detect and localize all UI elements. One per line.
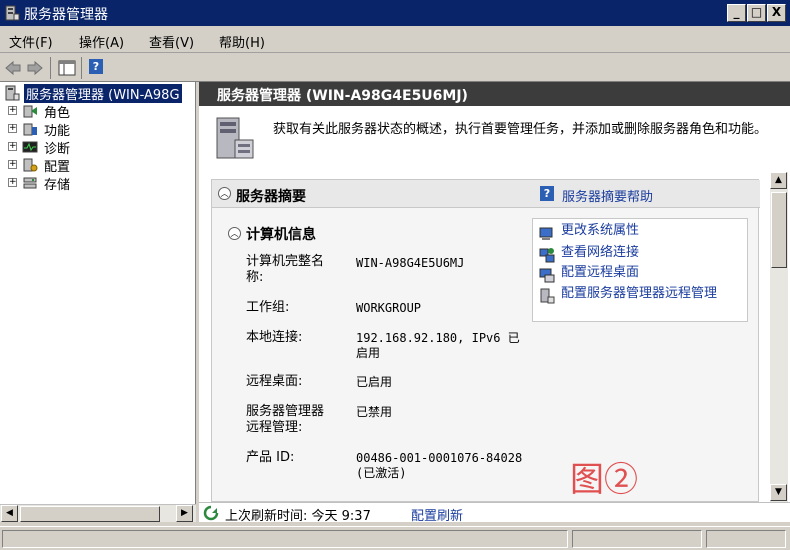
remote-desktop-label: 远程桌面: [246,374,303,389]
scroll-up-button[interactable]: ▲ [770,172,787,189]
collapse-icon[interactable]: ︿ [218,187,231,200]
tree-item-label: 功能 [44,124,71,139]
configure-remote-management-task[interactable]: 配置服务器管理器远程管理 [539,286,745,320]
full-computer-name-value: WIN-A98G4E5U6MJ [356,256,465,270]
server-manager-icon [5,5,20,21]
remote-management-value: 已禁用 [356,405,393,419]
tree-item-features[interactable]: + 功能 [0,120,195,139]
maximize-button[interactable]: □ [747,4,766,22]
status-pane [572,530,702,548]
last-refresh-text: 上次刷新时间: 今天 9:37 [225,509,371,524]
tree-item-label: 存储 [44,178,71,193]
server-summary-help-link[interactable]: 服务器摘要帮助 [562,186,653,205]
server-summary-title: 服务器摘要 [236,189,306,205]
intro-text: 获取有关此服务器状态的概述，执行首要管理任务，并添加或删除服务器角色和功能。 [273,122,768,137]
forward-icon[interactable] [25,58,45,78]
minimize-button[interactable]: _ [727,4,746,22]
scroll-left-button[interactable]: ◀ [1,505,18,522]
task-label[interactable]: 配置服务器管理器远程管理 [561,286,747,302]
expand-icon[interactable]: + [8,142,17,151]
menu-view[interactable]: 查看(V) [149,32,194,51]
scroll-down-button[interactable]: ▼ [770,484,787,501]
scroll-right-button[interactable]: ▶ [176,505,193,522]
workgroup-value: WORKGROUP [356,301,422,315]
expand-icon[interactable]: + [8,160,17,169]
product-id-label: 产品 ID: [246,450,295,465]
toolbar: ? [0,54,790,82]
content-header: 服务器管理器 (WIN-A98G4E5U6MJ) [199,82,790,106]
window-title: 服务器管理器 [24,7,108,23]
remote-management-icon [540,288,555,304]
show-hide-tree-icon[interactable] [57,58,77,78]
expand-icon[interactable]: + [8,106,17,115]
content-pane: 服务器管理器 (WIN-A98G4E5U6MJ) 获取有关此服务器状态的概述，执… [199,82,790,524]
intro-section: 获取有关此服务器状态的概述，执行首要管理任务，并添加或删除服务器角色和功能。 [199,106,790,166]
diagnostics-icon [22,141,38,153]
help-icon[interactable]: ? [89,59,103,74]
tree-item-label: 配置 [44,160,71,175]
refresh-icon [203,505,219,521]
system-properties-icon [539,227,553,240]
tree-item-diagnostics[interactable]: + 诊断 [0,138,195,157]
menu-help[interactable]: 帮助(H) [219,32,265,51]
status-pane [2,530,568,548]
network-connections-icon [539,248,555,263]
figure-watermark: 图② [570,460,638,500]
expand-icon[interactable]: + [8,124,17,133]
menu-action[interactable]: 操作(A) [79,32,124,51]
tree-horizontal-scrollbar[interactable]: ◀ ▶ [0,504,196,522]
collapse-icon[interactable]: ︿ [228,227,241,240]
tree-pane: 服务器管理器 (WIN-A98G + 角色 + 功能 + 诊断 + 配置 + 存… [0,82,196,504]
tree-item-storage[interactable]: + 存储 [0,174,195,193]
status-pane [706,530,786,548]
tree-root-label: 服务器管理器 (WIN-A98G [24,84,182,103]
storage-icon [23,177,37,189]
refresh-footer: 上次刷新时间: 今天 9:37 配置刷新 [199,502,790,524]
scroll-thumb[interactable] [771,192,787,268]
task-label[interactable]: 查看网络连接 [561,245,747,261]
server-manager-icon [5,85,20,101]
remote-desktop-value: 已启用 [356,375,393,389]
remote-desktop-icon [539,268,555,283]
status-bar [0,526,790,550]
tree-item-label: 角色 [44,106,71,121]
title-bar: 服务器管理器 _ □ X [0,0,790,26]
computer-info-title: 计算机信息 [246,227,316,243]
tree-item-label: 诊断 [44,142,71,157]
toolbar-separator [50,57,51,79]
toolbar-separator [81,57,82,79]
full-computer-name-label: 计算机完整名称: [246,254,325,285]
server-summary-header: ︿ 服务器摘要 ? 服务器摘要帮助 [212,180,760,208]
configuration-icon [23,158,38,172]
help-icon: ? [540,186,554,201]
tasks-box: 更改系统属性 查看网络连接 配置远程桌面 配置服务器管理器远程管理 [532,218,748,322]
back-icon[interactable] [3,58,23,78]
server-icon [216,117,254,159]
tree-item-roles[interactable]: + 角色 [0,102,195,121]
configure-refresh-link[interactable]: 配置刷新 [411,505,463,524]
tree-item-configuration[interactable]: + 配置 [0,156,195,175]
close-button[interactable]: X [767,4,786,22]
menu-file[interactable]: 文件(F) [9,32,53,51]
roles-icon [23,105,37,118]
workgroup-label: 工作组: [246,300,290,315]
menu-bar: 文件(F) 操作(A) 查看(V) 帮助(H) [0,27,790,53]
task-label[interactable]: 更改系统属性 [561,223,747,239]
remote-management-label: 服务器管理器远程管理: [246,404,325,435]
task-label[interactable]: 配置远程桌面 [561,265,747,281]
features-icon [23,123,37,136]
expand-icon[interactable]: + [8,178,17,187]
product-id-value: 00486-001-0001076-84028 (已激活) [356,451,523,480]
scroll-thumb[interactable] [20,506,160,522]
tree-root[interactable]: 服务器管理器 (WIN-A98G [0,84,195,103]
content-vertical-scrollbar[interactable]: ▲ ▼ [770,172,788,502]
local-connection-label: 本地连接: [246,330,303,345]
local-connection-value: 192.168.92.180, IPv6 已启用 [356,331,520,360]
server-summary-panel: ︿ 服务器摘要 ? 服务器摘要帮助 ︿ 计算机信息 计算机完整名称: WIN-A… [211,179,760,502]
